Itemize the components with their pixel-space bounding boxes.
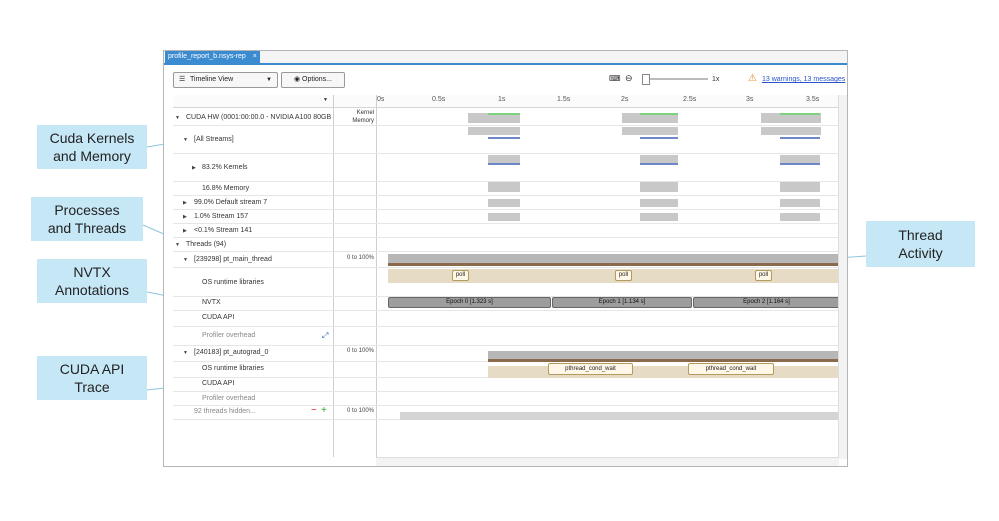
collapse-icon[interactable]: ▼ [175, 115, 180, 121]
tick-label: 0.5s [432, 96, 446, 103]
options-button[interactable]: ◉ Options... [281, 72, 345, 88]
tab-label: profile_report_b.nsys-rep [168, 53, 246, 60]
view-select[interactable]: ☰ Timeline View ▼ [173, 72, 278, 88]
row-cuda-hw[interactable]: CUDA HW (0001:00:00.0 - NVIDIA A100 80GB [186, 114, 331, 121]
pthread-cond-wait-block[interactable]: pthread_cond_wait [548, 363, 633, 375]
row-profiler-overhead[interactable]: Profiler overhead [202, 332, 255, 339]
eye-icon: ◉ [293, 76, 301, 83]
close-icon[interactable]: × [253, 51, 257, 63]
expand-icon[interactable]: ▶ [192, 165, 196, 171]
tick-label: 1.5s [557, 96, 571, 103]
nsight-window: profile_report_b.nsys-rep × ☰ Timeline V… [163, 50, 848, 467]
row-cuda-api[interactable]: CUDA API [202, 314, 234, 321]
tree-pane [173, 95, 334, 457]
tab-strip: profile_report_b.nsys-rep × [164, 51, 847, 65]
expand-arrows-icon[interactable]: ⤢ [322, 331, 328, 341]
view-select-label: Timeline View [190, 76, 234, 83]
row-main-thread[interactable]: [239298] pt_main_thread [194, 256, 272, 263]
collapse-icon[interactable]: ▼ [183, 137, 188, 143]
range-label: 0 to 100% [347, 255, 375, 261]
minus-icon[interactable]: − [311, 405, 317, 416]
row-kernels[interactable]: 83.2% Kernels [202, 164, 248, 171]
row-stream-157[interactable]: 1.0% Stream 157 [194, 213, 248, 220]
poll-block[interactable]: poll [452, 270, 469, 281]
warning-icon: ⚠ [748, 73, 757, 84]
keyboard-icon[interactable]: ⌨ [609, 74, 621, 83]
nvtx-epoch-0[interactable]: Epoch 0 [1.323 s] [388, 297, 551, 308]
nvtx-epoch-1[interactable]: Epoch 1 [1.134 s] [552, 297, 692, 308]
row-nvtx[interactable]: NVTX [202, 299, 221, 306]
row-autograd-thread[interactable]: [240183] pt_autograd_0 [194, 349, 268, 356]
poll-block[interactable]: poll [755, 270, 772, 281]
row-stream-141[interactable]: <0.1% Stream 141 [194, 227, 252, 234]
nvtx-epoch-2[interactable]: Epoch 2 [1.164 s] [693, 297, 840, 308]
warnings-link[interactable]: 13 warnings, 13 messages [762, 76, 845, 83]
tick-label: 3.5s [806, 96, 820, 103]
horizontal-scrollbar[interactable] [376, 457, 839, 466]
row-os-runtime-2[interactable]: OS runtime libraries [202, 365, 264, 372]
options-label: Options... [302, 76, 333, 83]
row-threads[interactable]: Threads (94) [186, 241, 226, 248]
vertical-scrollbar[interactable] [838, 95, 847, 459]
range-label: 0 to 100% [347, 348, 375, 354]
zoom-slider[interactable] [642, 78, 708, 80]
expand-icon[interactable]: ▶ [183, 200, 187, 206]
row-memory[interactable]: 16.8% Memory [202, 185, 249, 192]
plus-icon[interactable]: + [321, 405, 327, 416]
tab-report[interactable]: profile_report_b.nsys-rep × [165, 51, 260, 63]
expand-icon[interactable]: ▶ [183, 228, 187, 234]
zoom-level: 1x [712, 76, 720, 83]
row-hidden-threads[interactable]: 92 threads hidden... [194, 408, 256, 415]
hamburger-icon: ☰ [179, 76, 186, 83]
poll-block[interactable]: poll [615, 270, 632, 281]
row-os-runtime[interactable]: OS runtime libraries [202, 279, 264, 286]
row-cuda-api-2[interactable]: CUDA API [202, 380, 234, 387]
zoom-out-icon[interactable]: ⊖ [625, 73, 633, 84]
zoom-slider-handle[interactable] [642, 74, 650, 85]
tick-label: 2s [621, 96, 629, 103]
scale-pane [333, 95, 377, 457]
range-label: 0 to 100% [347, 408, 375, 414]
row-profiler-overhead-2[interactable]: Profiler overhead [202, 395, 255, 402]
row-all-streams[interactable]: [All Streams] [194, 136, 234, 143]
dropdown-icon: ▼ [266, 77, 272, 83]
collapse-icon[interactable]: ▼ [183, 350, 188, 356]
timeline-canvas [388, 113, 838, 420]
pthread-cond-wait-block[interactable]: pthread_cond_wait [688, 363, 774, 375]
tick-label: 2.5s [683, 96, 697, 103]
kernel-memory-label: Kernel Memory [352, 110, 374, 124]
tick-label: 0s [377, 96, 385, 103]
row-default-stream[interactable]: 99.0% Default stream 7 [194, 199, 267, 206]
collapse-icon[interactable]: ▼ [183, 257, 188, 263]
tick-label: 3s [746, 96, 754, 103]
expand-icon[interactable]: ▶ [183, 214, 187, 220]
tick-label: 1s [498, 96, 506, 103]
collapse-icon[interactable]: ▼ [175, 242, 180, 248]
